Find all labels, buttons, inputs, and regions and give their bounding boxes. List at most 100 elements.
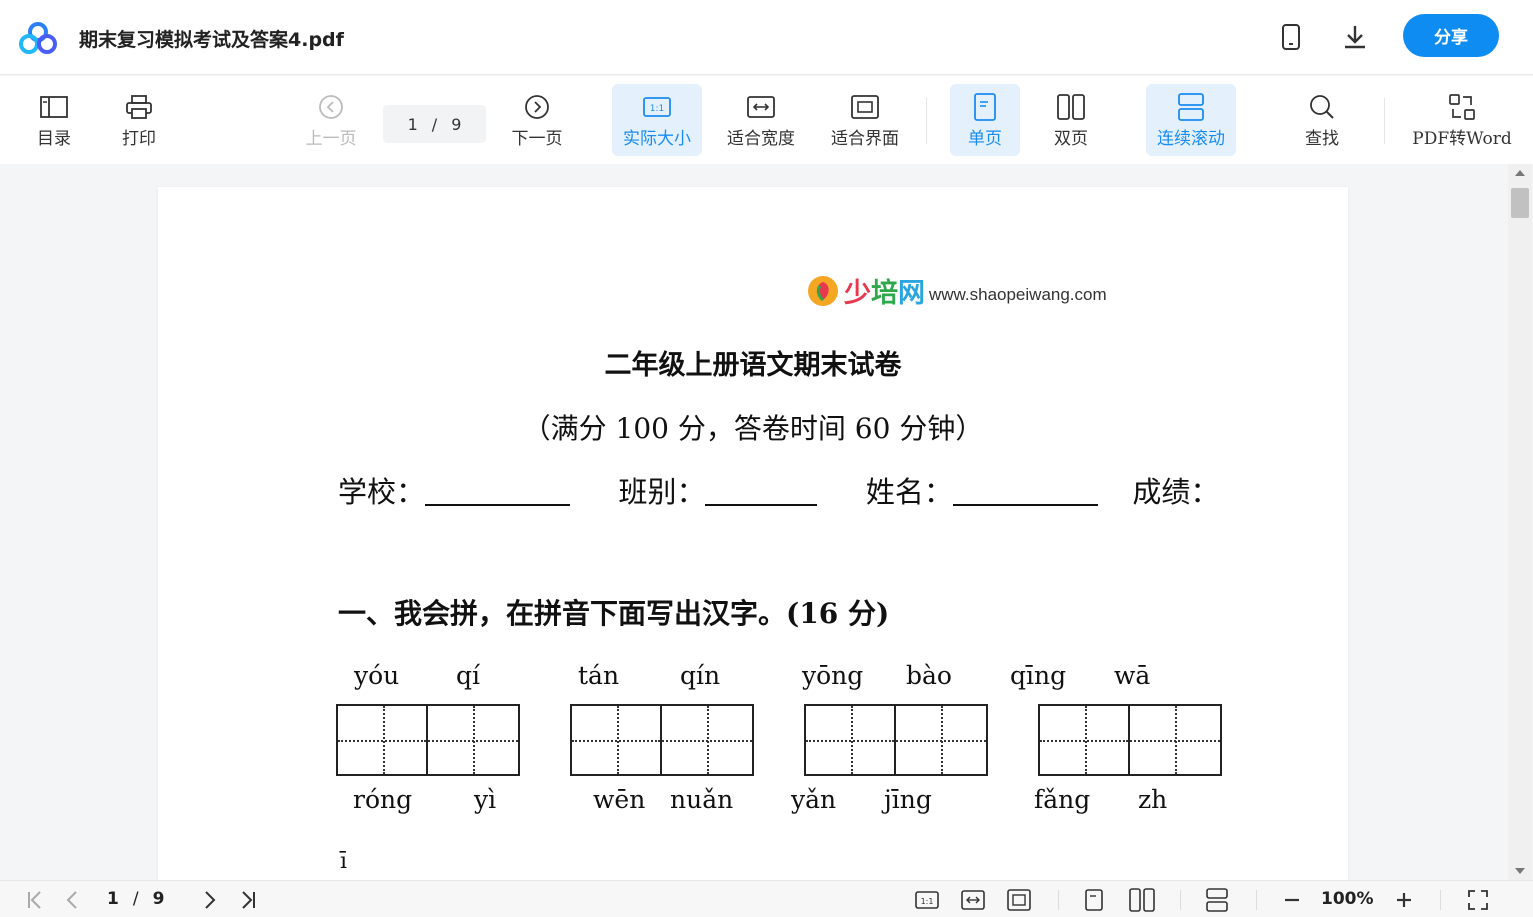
toolbar-divider: [926, 98, 927, 144]
zoom-out-button[interactable]: [1282, 887, 1302, 913]
status-double-page-button[interactable]: [1128, 887, 1156, 913]
tianzige-cell: [1130, 706, 1220, 774]
status-single-page-button[interactable]: [1082, 887, 1106, 913]
double-page-button[interactable]: 双页: [1036, 84, 1106, 156]
viewer-toolbar: 目录 打印 上一页 1 / 9 下一页 1:1 实际大小 适合宽度 适合界面 单…: [0, 76, 1533, 164]
double-page-icon: [1057, 93, 1085, 120]
toc-button[interactable]: 目录: [24, 84, 84, 156]
status-fit-width-button[interactable]: [960, 887, 986, 913]
search-icon: [1310, 94, 1334, 119]
toc-label: 目录: [37, 128, 71, 149]
phone-icon: [1282, 24, 1300, 50]
pinyin-top: yóu: [354, 661, 400, 690]
zoom-in-button[interactable]: [1394, 887, 1414, 913]
search-button[interactable]: 查找: [1290, 84, 1354, 156]
pinyin-bottom: jīng: [884, 785, 932, 814]
single-page-icon: [1085, 889, 1103, 911]
fullscreen-button[interactable]: [1466, 887, 1490, 913]
search-label: 查找: [1305, 128, 1339, 149]
scrollbar-thumb[interactable]: [1511, 188, 1529, 218]
pinyin-bottom: róng: [353, 785, 413, 814]
minus-icon: [1285, 898, 1299, 902]
status-divider: [1256, 890, 1257, 910]
brand-watermark: 少培网 www.shaopeiwang.com: [806, 271, 1107, 310]
page-number-input[interactable]: 1 / 9: [383, 105, 486, 143]
status-page-indicator[interactable]: 1 / 9: [107, 889, 164, 909]
svg-text:1:1: 1:1: [921, 897, 934, 906]
section-1-title: 一、我会拼，在拼音下面写出汉字。(16 分): [338, 597, 890, 630]
plus-icon: [1397, 893, 1411, 907]
name-label: 姓名：: [865, 475, 953, 509]
tianzige-cell: [338, 706, 428, 774]
last-page-icon: [242, 891, 255, 909]
double-page-icon: [1129, 888, 1155, 912]
zoom-level: 100%: [1321, 889, 1374, 909]
document-viewer[interactable]: 少培网 www.shaopeiwang.com 二年级上册语文期末试卷 （满分 …: [0, 164, 1533, 880]
pdf-to-word-label: PDF转Word: [1412, 128, 1512, 149]
status-prev-page-button[interactable]: [62, 887, 82, 913]
fit-width-icon: [747, 95, 775, 118]
single-page-button[interactable]: 单页: [950, 84, 1020, 156]
double-page-label: 双页: [1054, 128, 1088, 149]
scroll-up-icon[interactable]: [1515, 170, 1525, 176]
prev-page-button[interactable]: 上一页: [296, 84, 366, 156]
share-button[interactable]: 分享: [1403, 14, 1499, 57]
status-continuous-scroll-button[interactable]: [1204, 887, 1230, 913]
shaopeiwang-logo-icon: [808, 275, 838, 306]
print-label: 打印: [122, 128, 156, 149]
next-page-button[interactable]: 下一页: [502, 84, 572, 156]
tianzige-group: [1038, 704, 1222, 776]
mobile-view-button[interactable]: [1276, 21, 1306, 53]
fit-page-label: 适合界面: [831, 128, 899, 149]
tianzige-group: [570, 704, 754, 776]
status-next-page-button[interactable]: [200, 887, 220, 913]
current-page: 1: [407, 114, 418, 134]
school-label: 学校：: [338, 475, 426, 509]
tianzige-cell: [896, 706, 986, 774]
tianzige-group: [804, 704, 988, 776]
prev-page-label: 上一页: [305, 128, 357, 149]
fit-width-button[interactable]: 适合宽度: [718, 84, 804, 156]
brand-name: 少培网: [844, 271, 925, 310]
scroll-down-icon[interactable]: [1515, 868, 1525, 874]
tianzige-cell: [572, 706, 662, 774]
continuous-scroll-icon: [1206, 888, 1228, 912]
status-divider: [1058, 890, 1059, 910]
pinyin-bottom: nuǎn: [670, 785, 734, 814]
status-total-pages: 9: [152, 889, 165, 909]
status-divider: [1180, 890, 1181, 910]
fullscreen-icon: [1468, 890, 1488, 910]
pinyin-top: yōng: [802, 661, 864, 690]
continuous-scroll-label: 连续滚动: [1157, 128, 1225, 149]
print-button[interactable]: 打印: [109, 84, 169, 156]
pinyin-top: wā: [1114, 661, 1151, 690]
app-header: 期末复习模拟考试及答案4.pdf 分享: [0, 0, 1533, 75]
pinyin-top: qīng: [1010, 661, 1067, 690]
status-actual-size-button[interactable]: 1:1: [914, 887, 940, 913]
single-page-icon: [974, 92, 996, 121]
toolbar-divider: [1384, 98, 1385, 144]
pdf-to-word-button[interactable]: PDF转Word: [1410, 84, 1514, 156]
continuous-scroll-button[interactable]: 连续滚动: [1146, 84, 1236, 156]
school-blank: [425, 476, 571, 506]
tianzige-group: [336, 704, 520, 776]
download-button[interactable]: [1340, 21, 1370, 53]
fit-page-button[interactable]: 适合界面: [822, 84, 908, 156]
baidu-netdisk-logo-icon: [18, 20, 58, 56]
fit-width-label: 适合宽度: [727, 128, 795, 149]
status-bar: 1 / 9 1:1 100%: [0, 880, 1533, 917]
chevron-left-icon: [66, 891, 77, 909]
vertical-scrollbar[interactable]: [1508, 164, 1532, 880]
actual-size-button[interactable]: 1:1 实际大小: [612, 84, 702, 156]
fit-width-icon: [961, 890, 985, 910]
status-fit-page-button[interactable]: [1006, 887, 1032, 913]
last-page-button[interactable]: [237, 887, 259, 913]
first-page-button[interactable]: [24, 887, 46, 913]
pdf-page: 少培网 www.shaopeiwang.com 二年级上册语文期末试卷 （满分 …: [158, 187, 1348, 880]
pinyin-bottom: yǎn: [791, 785, 837, 814]
svg-text:1:1: 1:1: [650, 104, 664, 114]
printer-icon: [126, 94, 152, 119]
status-divider: [1440, 890, 1441, 910]
pinyin-bottom: fǎng: [1034, 785, 1091, 814]
partial-text: ī: [340, 849, 348, 874]
